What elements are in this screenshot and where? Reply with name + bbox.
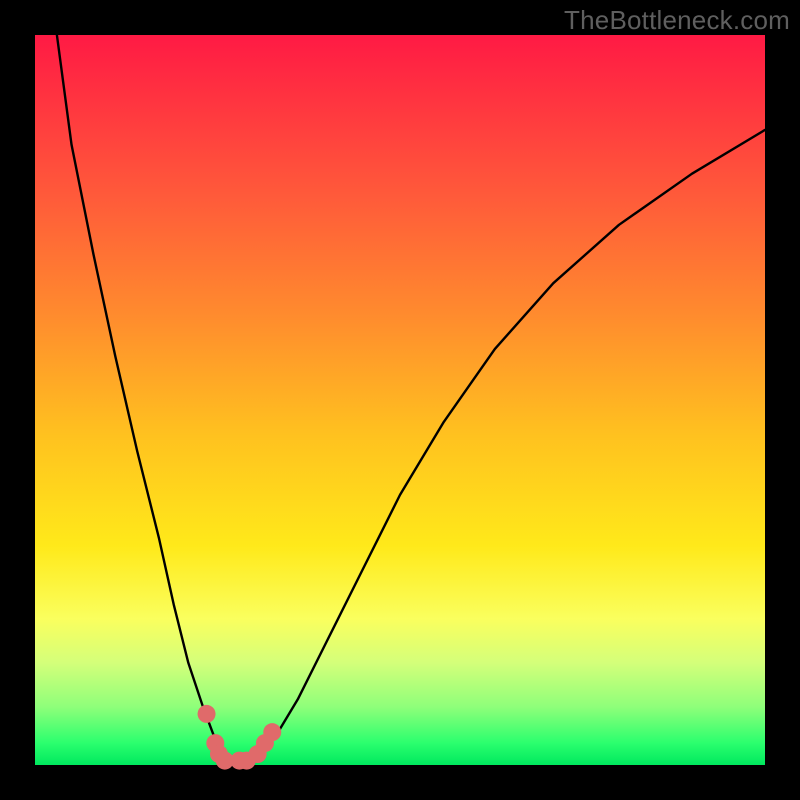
chart-frame: TheBottleneck.com bbox=[0, 0, 800, 800]
curve-markers bbox=[198, 705, 282, 770]
plot-area bbox=[35, 35, 765, 765]
attribution-text: TheBottleneck.com bbox=[564, 5, 790, 36]
bottleneck-curve bbox=[57, 35, 765, 761]
chart-svg bbox=[35, 35, 765, 765]
point-1 bbox=[198, 705, 216, 723]
point-9 bbox=[263, 723, 281, 741]
